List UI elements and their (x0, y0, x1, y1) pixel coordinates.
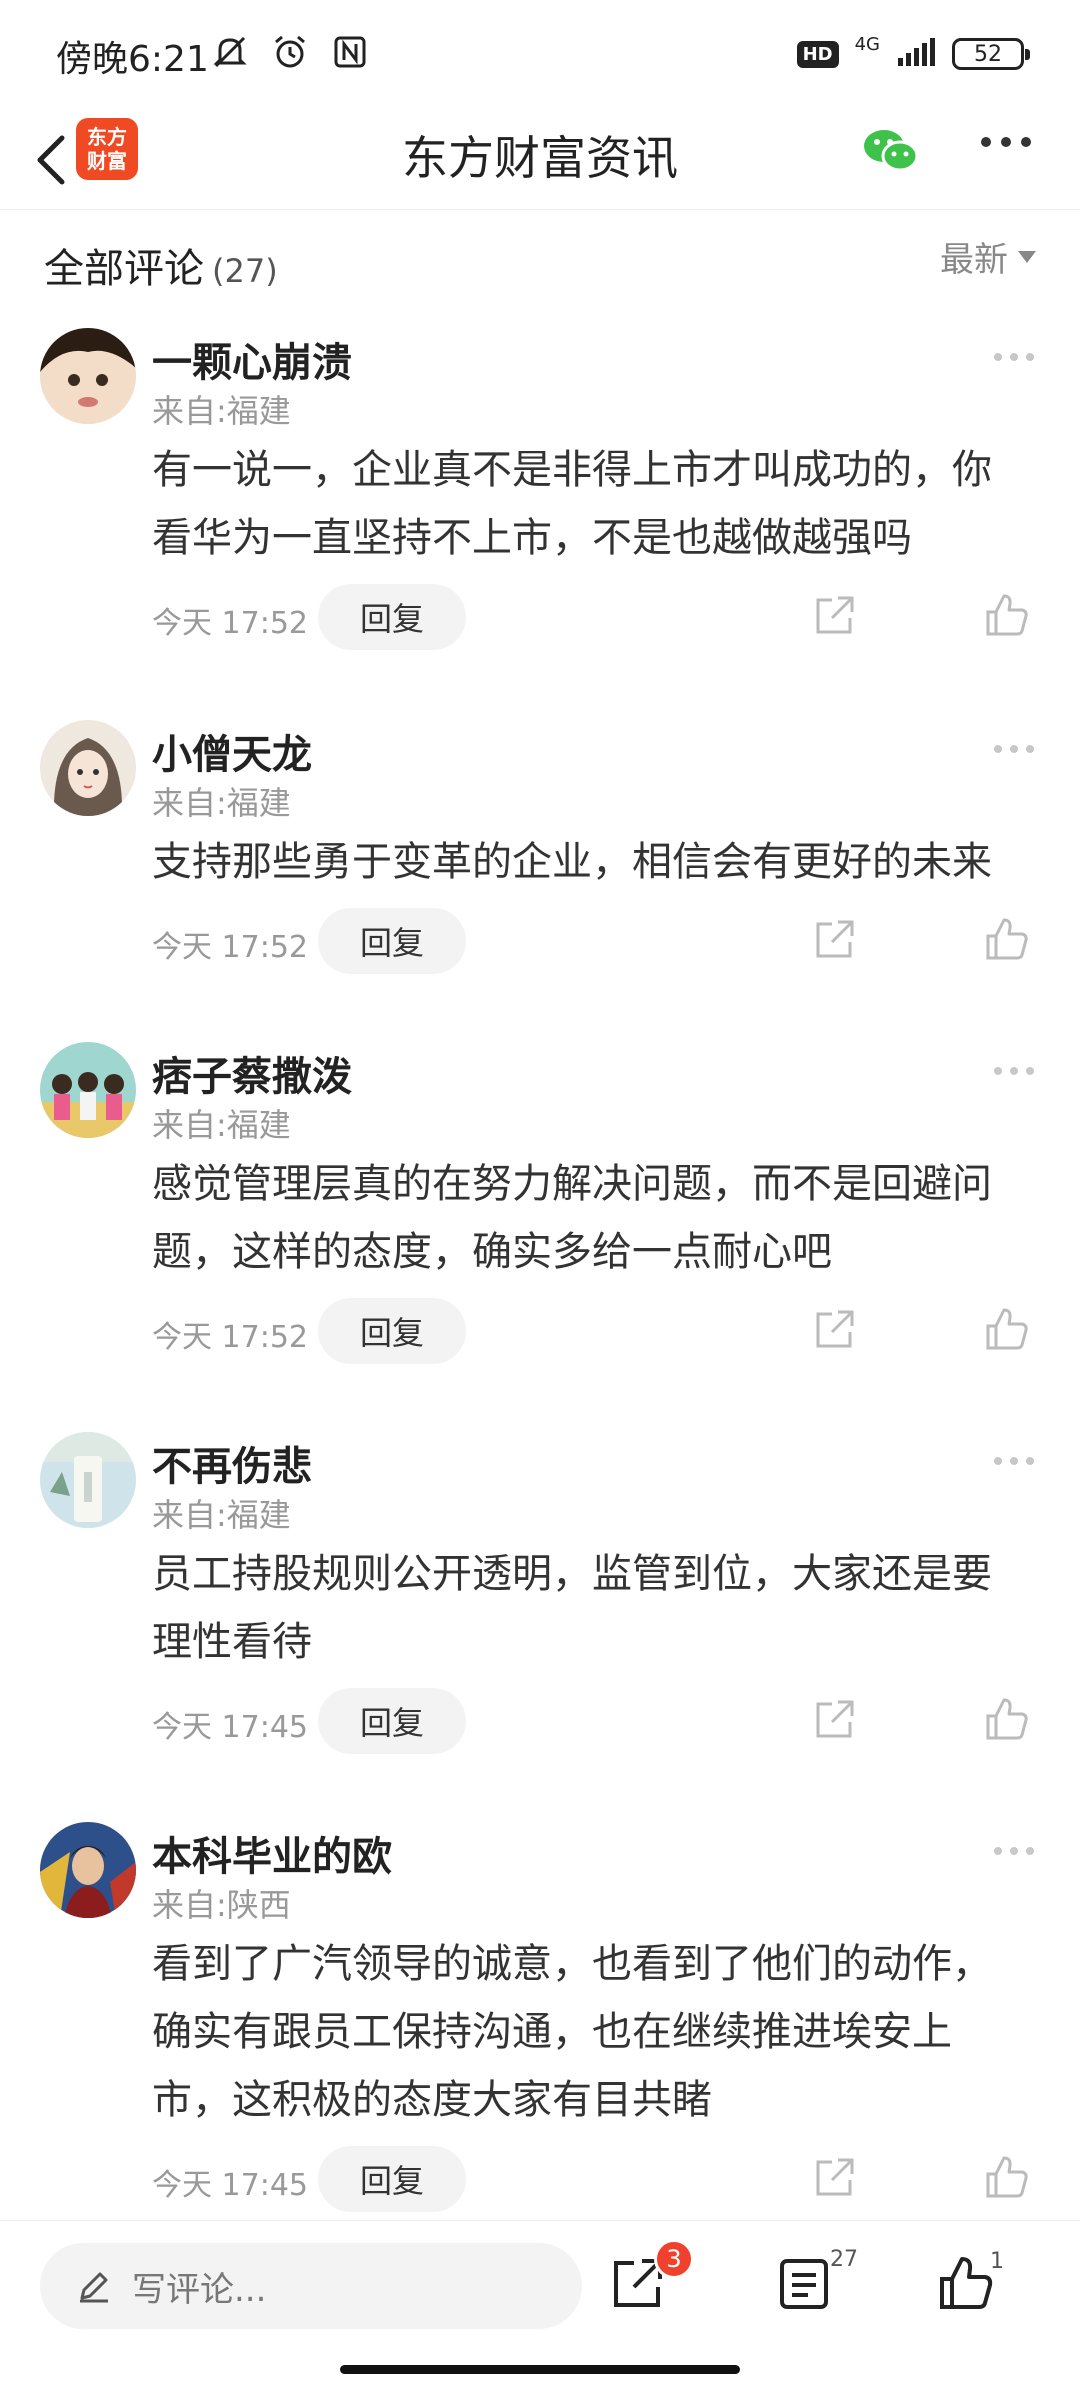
share-icon[interactable] (812, 594, 856, 642)
comment-more-button[interactable] (992, 348, 1036, 367)
comment-footer: 今天 17:52 回复 (152, 584, 1040, 650)
reply-button[interactable]: 回复 (318, 584, 466, 650)
nav-header: 东方 财富 东方财富资讯 (0, 110, 1080, 210)
like-icon[interactable] (984, 2154, 1030, 2204)
commenter-name[interactable]: 一颗心崩溃 (152, 330, 352, 388)
commenter-name[interactable]: 小僧天龙 (152, 722, 312, 780)
status-time: 傍晚6:21 (56, 39, 209, 80)
like-icon[interactable] (984, 1306, 1030, 1356)
network-label: 4G (854, 33, 880, 55)
avatar[interactable] (40, 1432, 136, 1528)
mute-icon (210, 32, 250, 76)
avatar[interactable] (40, 1042, 136, 1138)
comment-text: 感觉管理层真的在努力解决问题，而不是回避问题，这样的态度，确实多给一点耐心吧 (152, 1161, 992, 1275)
more-icon (981, 137, 1031, 147)
comments-count: (27) (212, 252, 278, 290)
dropdown-triangle-icon (1018, 250, 1036, 263)
sort-dropdown[interactable]: 最新 (940, 232, 1036, 281)
hd-badge: HD (796, 40, 839, 68)
share-icon[interactable] (812, 1698, 856, 1746)
comment-time: 今天 17:45 (152, 1710, 308, 1745)
comment-text: 员工持股规则公开透明，监管到位，大家还是要理性看待 (152, 1551, 992, 1665)
comment-footer: 今天 17:45 回复 (152, 1688, 1040, 1754)
comments-header: 全部评论 (27) 最新 (0, 220, 1080, 300)
write-comment-input[interactable]: 写评论... (40, 2243, 582, 2329)
comment-footer: 今天 17:52 回复 (152, 908, 1040, 974)
share-icon[interactable] (812, 2156, 856, 2204)
comment-text: 看到了广汽领导的诚意，也看到了他们的动作，确实有跟员工保持沟通，也在继续推进埃安… (152, 1941, 992, 2123)
comment-text: 有一说一，企业真不是非得上市才叫成功的，你看华为一直坚持不上市，不是也越做越强吗 (152, 447, 992, 561)
commenter-name[interactable]: 痞子蔡撒泼 (152, 1044, 352, 1102)
share-icon[interactable] (812, 1308, 856, 1356)
bottom-bar: 写评论... 3 27 1 (0, 2220, 1080, 2400)
reply-button[interactable]: 回复 (318, 1298, 466, 1364)
wechat-share-button[interactable] (860, 124, 920, 180)
like-icon (940, 2257, 993, 2309)
more-options-button[interactable] (980, 134, 1032, 154)
avatar[interactable] (40, 720, 136, 816)
commenter-location: 来自:福建 (152, 392, 291, 430)
comment-more-button[interactable] (992, 1062, 1036, 1081)
signal-icon (896, 36, 936, 72)
comment-text: 支持那些勇于变革的企业，相信会有更好的未来 (152, 839, 992, 885)
alarm-icon (270, 32, 310, 76)
comment-time: 今天 17:52 (152, 1320, 308, 1355)
commenter-location: 来自:陕西 (152, 1886, 291, 1924)
home-indicator[interactable] (340, 2365, 740, 2374)
like-icon[interactable] (984, 592, 1030, 642)
more-icon (994, 1067, 1034, 1075)
nfc-icon (330, 32, 370, 76)
comment-time: 今天 17:45 (152, 2168, 308, 2203)
avatar[interactable] (40, 328, 136, 424)
like-button[interactable] (938, 2255, 994, 2315)
comments-title: 全部评论 (27) (44, 236, 278, 294)
status-right: HD 4G 52 (796, 33, 1030, 72)
comment-count: 27 (830, 2247, 858, 2272)
avatar[interactable] (40, 1822, 136, 1918)
comments-button[interactable] (778, 2257, 830, 2315)
reply-button[interactable]: 回复 (318, 908, 466, 974)
comment-time: 今天 17:52 (152, 606, 308, 641)
more-icon (994, 1847, 1034, 1855)
comment-footer: 今天 17:52 回复 (152, 1298, 1040, 1364)
battery-indicator: 52 (952, 38, 1030, 70)
reply-button[interactable]: 回复 (318, 2146, 466, 2212)
commenter-location: 来自:福建 (152, 1496, 291, 1534)
share-icon[interactable] (812, 918, 856, 966)
share-badge: 3 (654, 2239, 694, 2279)
more-icon (994, 353, 1034, 361)
comment-more-button[interactable] (992, 1842, 1036, 1861)
sort-label: 最新 (940, 240, 1008, 280)
comment-time: 今天 17:52 (152, 930, 308, 965)
more-icon (994, 1457, 1034, 1465)
like-icon[interactable] (984, 1696, 1030, 1746)
status-icons (210, 32, 370, 76)
reply-button[interactable]: 回复 (318, 1688, 466, 1754)
comment-list-icon (780, 2259, 828, 2309)
like-count: 1 (990, 2249, 1004, 2274)
commenter-location: 来自:福建 (152, 1106, 291, 1144)
pencil-icon (80, 2272, 108, 2303)
wechat-icon (864, 130, 919, 172)
commenter-name[interactable]: 不再伤悲 (152, 1434, 312, 1492)
commenter-name[interactable]: 本科毕业的欧 (152, 1824, 392, 1882)
write-comment-placeholder: 写评论... (132, 2269, 267, 2310)
commenter-location: 来自:福建 (152, 784, 291, 822)
comment-more-button[interactable] (992, 740, 1036, 759)
like-icon[interactable] (984, 916, 1030, 966)
comments-title-label: 全部评论 (44, 246, 204, 292)
status-bar: 傍晚6:21 HD 4G 52 (0, 0, 1080, 110)
more-icon (994, 745, 1034, 753)
comment-footer: 今天 17:45 回复 (152, 2146, 1040, 2212)
comment-more-button[interactable] (992, 1452, 1036, 1471)
